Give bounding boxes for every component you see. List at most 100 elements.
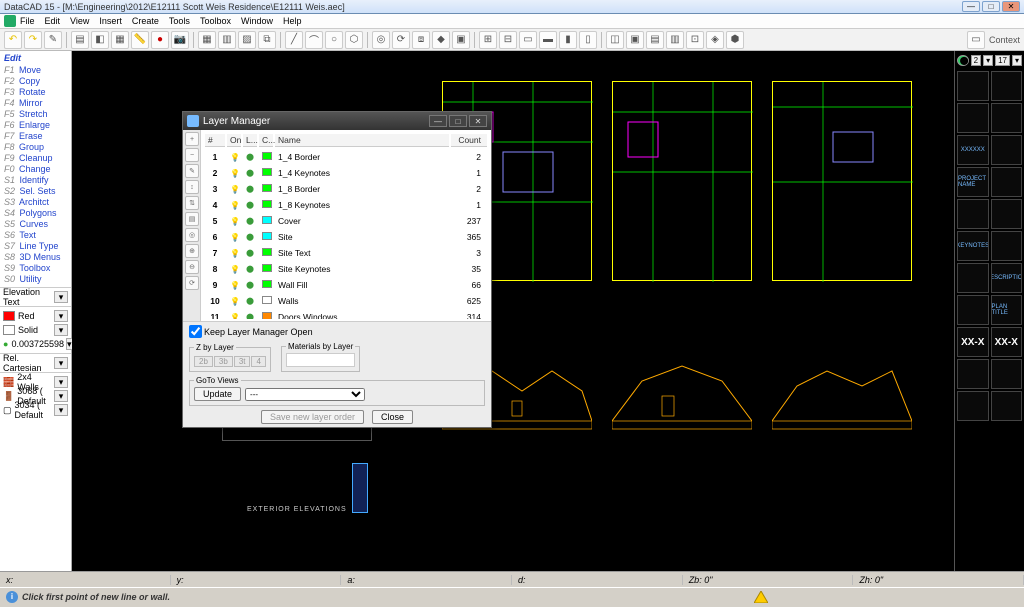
panel-counter[interactable]: 17 xyxy=(995,55,1010,66)
col-color[interactable]: C... xyxy=(259,134,273,147)
layer-name[interactable]: 1_4 Keynotes xyxy=(275,167,449,179)
col-lock[interactable]: L... xyxy=(243,134,257,147)
layer-row[interactable]: 5💡⬤Cover237 xyxy=(203,213,489,229)
tool-icon[interactable]: ▥ xyxy=(218,31,236,49)
layer-name[interactable]: Doors Windows xyxy=(275,311,449,319)
close-button[interactable]: ✕ xyxy=(1002,1,1020,12)
bulb-icon[interactable]: 💡 xyxy=(230,217,240,226)
fkey-curves[interactable]: S5 Curves xyxy=(4,219,67,230)
tool-icon[interactable]: ▭ xyxy=(519,31,537,49)
chevron-down-icon[interactable]: ▾ xyxy=(54,310,68,322)
panel-btn[interactable]: ⬤ xyxy=(957,55,969,66)
bulb-icon[interactable]: 💡 xyxy=(230,297,240,306)
color-name[interactable]: Red xyxy=(18,311,52,321)
layer-color-swatch[interactable] xyxy=(262,280,272,288)
layer-row[interactable]: 4💡⬤1_8 Keynotes1 xyxy=(203,197,489,213)
undo-icon[interactable]: ↶ xyxy=(4,31,22,49)
lock-icon[interactable]: ⬤ xyxy=(246,154,254,161)
tool-icon[interactable]: ⊡ xyxy=(686,31,704,49)
tool-icon[interactable]: ▣ xyxy=(626,31,644,49)
lock-icon[interactable]: ⬤ xyxy=(246,266,254,273)
dialog-close-button[interactable]: ✕ xyxy=(469,115,487,127)
menu-insert[interactable]: Insert xyxy=(99,16,122,26)
fkey-mirror[interactable]: F4 Mirror xyxy=(4,98,67,109)
layer-name[interactable]: Site Text xyxy=(275,247,449,259)
lock-icon[interactable]: ⬤ xyxy=(246,314,254,319)
menu-create[interactable]: Create xyxy=(132,16,159,26)
layer-color-swatch[interactable] xyxy=(262,168,272,176)
measure-icon[interactable]: 📏 xyxy=(131,31,149,49)
dialog-maximize-button[interactable]: □ xyxy=(449,115,467,127)
circle-icon[interactable]: ○ xyxy=(325,31,343,49)
sheet-thumbnail[interactable]: XX-X xyxy=(957,327,989,357)
layer-name[interactable]: Wall Fill xyxy=(275,279,449,291)
lock-icon[interactable]: ⬤ xyxy=(246,186,254,193)
bulb-icon[interactable]: 💡 xyxy=(230,265,240,274)
layer-name[interactable]: Cover xyxy=(275,215,449,227)
sheet-thumbnail[interactable] xyxy=(957,359,989,389)
menu-tools[interactable]: Tools xyxy=(169,16,190,26)
linetype-name[interactable]: Solid xyxy=(18,325,52,335)
tab-button[interactable]: 3t xyxy=(234,356,251,367)
layer-row[interactable]: 11💡⬤Doors Windows314 xyxy=(203,309,489,319)
keep-open-checkbox[interactable]: Keep Layer Manager Open xyxy=(189,325,485,338)
layer-tool-icon[interactable]: ⊖ xyxy=(185,260,199,274)
col-on[interactable]: On xyxy=(227,134,241,147)
minimize-button[interactable]: — xyxy=(962,1,980,12)
sheet-thumbnail[interactable] xyxy=(991,199,1023,229)
layer-row[interactable]: 8💡⬤Site Keynotes35 xyxy=(203,261,489,277)
bulb-icon[interactable]: 💡 xyxy=(230,281,240,290)
menu-help[interactable]: Help xyxy=(283,16,302,26)
layer-color-swatch[interactable] xyxy=(262,296,272,304)
tool-icon[interactable]: ⬡ xyxy=(345,31,363,49)
chevron-down-icon[interactable]: ▾ xyxy=(54,291,68,303)
maximize-button[interactable]: □ xyxy=(982,1,1000,12)
layer-name[interactable]: Site xyxy=(275,231,449,243)
chevron-down-icon[interactable]: ▾ xyxy=(54,376,68,388)
lock-icon[interactable]: ⬤ xyxy=(246,298,254,305)
layer-color-swatch[interactable] xyxy=(262,248,272,256)
layer-tool-icon[interactable]: ⊕ xyxy=(185,244,199,258)
tab-button[interactable]: 4 xyxy=(251,356,265,367)
tool-icon[interactable]: ◆ xyxy=(432,31,450,49)
bulb-icon[interactable]: 💡 xyxy=(230,185,240,194)
layer-tool-icon[interactable]: ▤ xyxy=(185,212,199,226)
tool-icon[interactable]: ▯ xyxy=(579,31,597,49)
fkey-text[interactable]: S6 Text xyxy=(4,230,67,241)
tool-icon[interactable]: ◫ xyxy=(606,31,624,49)
panel-btn[interactable]: ▾ xyxy=(1012,55,1022,66)
lock-icon[interactable]: ⬤ xyxy=(246,218,254,225)
tool-icon[interactable]: ✎ xyxy=(44,31,62,49)
menu-toolbox[interactable]: Toolbox xyxy=(200,16,231,26)
layer-row[interactable]: 2💡⬤1_4 Keynotes1 xyxy=(203,165,489,181)
tool-icon[interactable]: ▮ xyxy=(559,31,577,49)
bulb-icon[interactable]: 💡 xyxy=(230,313,240,320)
layer-color-swatch[interactable] xyxy=(262,216,272,224)
fkey-sel-sets[interactable]: S2 Sel. Sets xyxy=(4,186,67,197)
layer-name[interactable]: Site Keynotes xyxy=(275,263,449,275)
tool-icon[interactable]: ⟳ xyxy=(392,31,410,49)
layer-name[interactable]: 1_4 Border xyxy=(275,151,449,163)
layer-tool-icon[interactable]: ⟳ xyxy=(185,276,199,290)
sheet-thumbnail[interactable]: DESCRIPTION xyxy=(991,263,1023,293)
tool-icon[interactable]: ⬢ xyxy=(726,31,744,49)
fkey-polygons[interactable]: S4 Polygons xyxy=(4,208,67,219)
col-name[interactable]: Name xyxy=(275,134,449,147)
fkey-change[interactable]: F0 Change xyxy=(4,164,67,175)
coord-mode-dropdown[interactable]: Rel. Cartesian xyxy=(3,353,52,373)
layer-row[interactable]: 10💡⬤Walls625 xyxy=(203,293,489,309)
sheet-thumbnail[interactable] xyxy=(991,135,1023,165)
goto-view-select[interactable]: --- xyxy=(245,388,365,401)
layer-color-swatch[interactable] xyxy=(262,232,272,240)
tool-icon[interactable]: ▥ xyxy=(666,31,684,49)
panel-counter[interactable]: 2 xyxy=(971,55,981,66)
tool-icon[interactable]: ◎ xyxy=(372,31,390,49)
color-swatch[interactable] xyxy=(3,311,15,321)
layer-tool-icon[interactable]: ✎ xyxy=(185,164,199,178)
layer-tool-icon[interactable]: ◎ xyxy=(185,228,199,242)
save-order-button[interactable]: Save new layer order xyxy=(261,410,364,424)
color-icon[interactable]: ● xyxy=(151,31,169,49)
col-count[interactable]: Count xyxy=(451,134,487,147)
context-icon[interactable]: ▭ xyxy=(967,31,985,49)
sheet-thumbnail[interactable] xyxy=(991,167,1023,197)
